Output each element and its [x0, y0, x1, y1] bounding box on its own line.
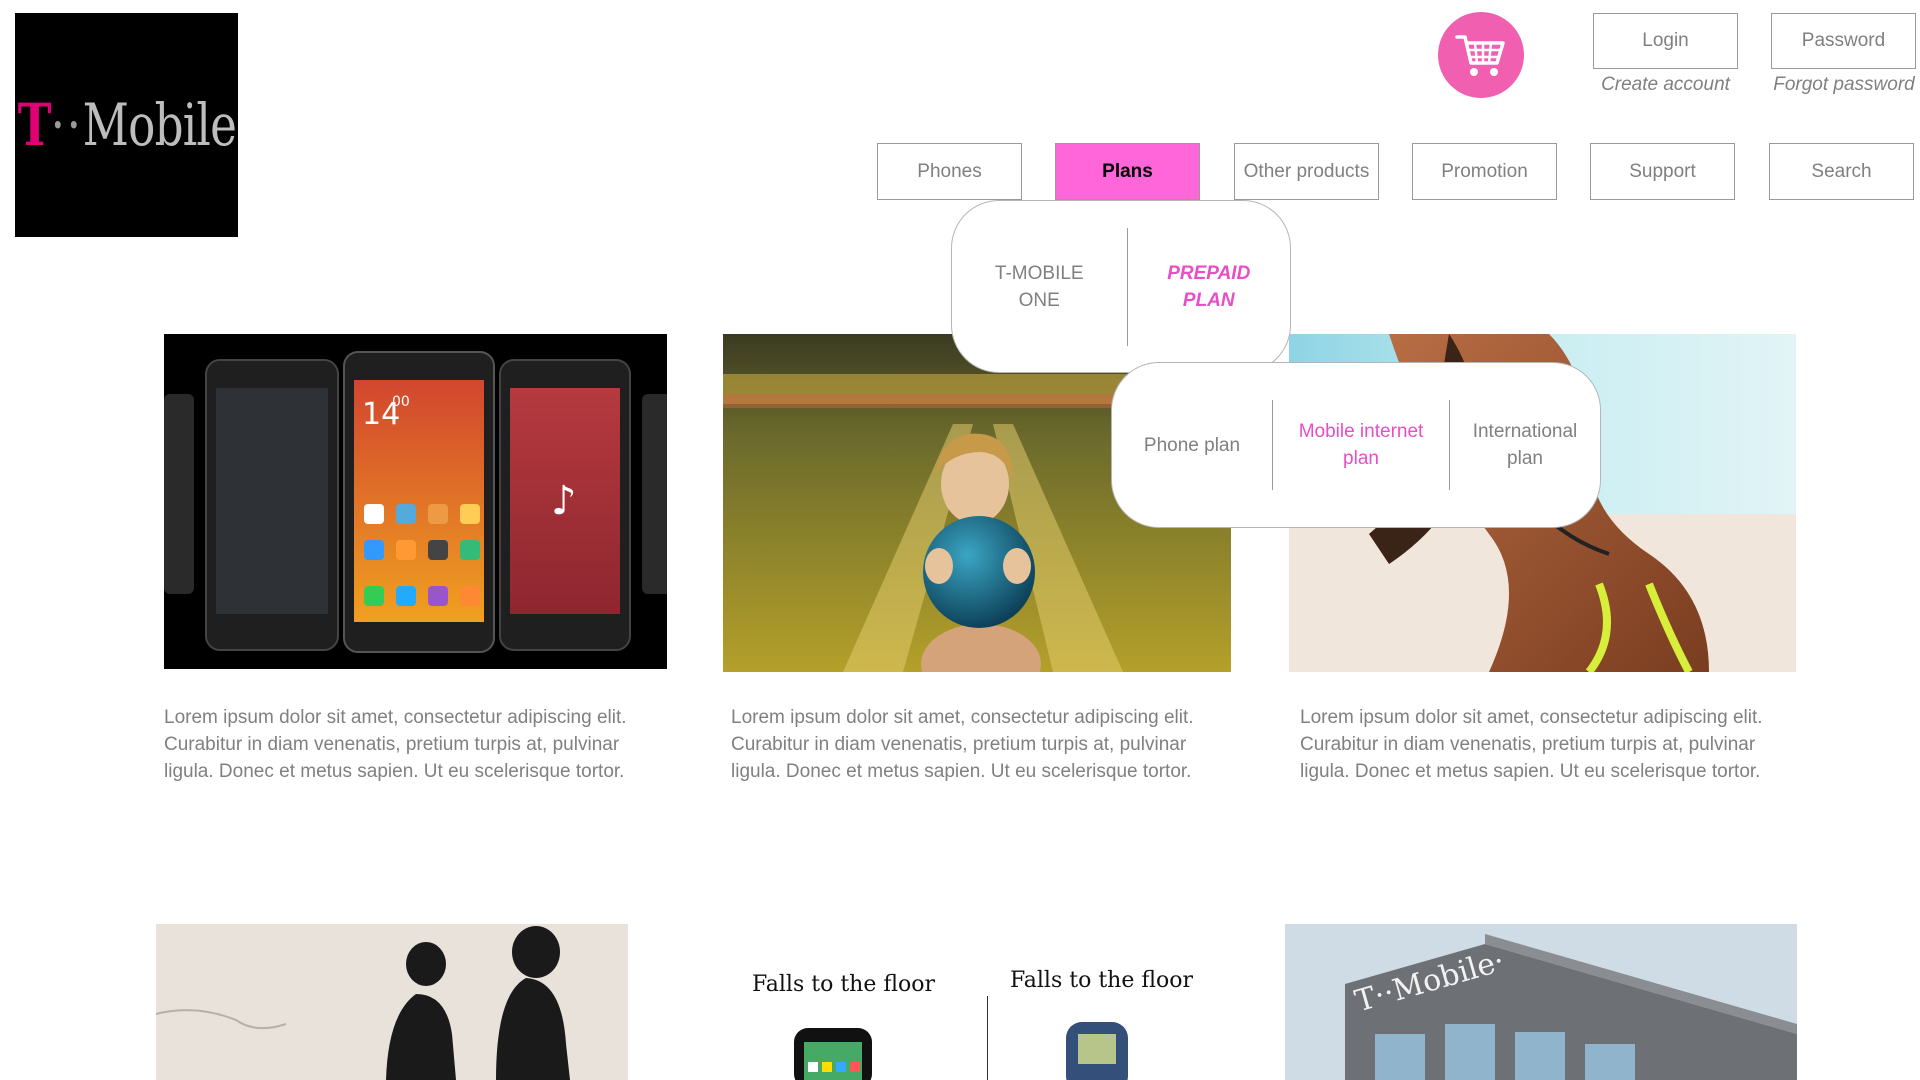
prepaid-submenu: Phone plan Mobile internet plan Internat… [1111, 362, 1601, 528]
nokia-phone-icon [1066, 1022, 1128, 1080]
shopping-cart-icon [1455, 35, 1505, 76]
plans-item-prepaid-plan[interactable]: PREPAID PLAN [1128, 201, 1291, 372]
nav-phones[interactable]: Phones [877, 143, 1022, 200]
card-3-text: Lorem ipsum dolor sit amet, consectetur … [1300, 707, 1763, 782]
forgot-password-link[interactable]: Forgot password [1762, 74, 1920, 96]
phones-image[interactable]: 14 00 ♪ [164, 334, 667, 669]
plans-item-tmobile-one[interactable]: T-MOBILE ONE [952, 201, 1127, 372]
tmobile-logo[interactable]: T··Mobile [15, 13, 238, 237]
nav-support[interactable]: Support [1590, 143, 1735, 200]
svg-text:♪: ♪ [551, 478, 577, 524]
shopping-cart-button[interactable] [1438, 12, 1524, 98]
create-account-link[interactable]: Create account [1593, 74, 1738, 96]
smartphone-icon [794, 1028, 872, 1080]
plans-dropdown: T-MOBILE ONE PREPAID PLAN [951, 200, 1291, 373]
submenu-mobile-internet-plan[interactable]: Mobile internet plan [1273, 363, 1449, 527]
falls-to-floor-image[interactable]: Falls to the floor Falls to the floor [724, 924, 1232, 1080]
password-button[interactable]: Password [1771, 13, 1916, 69]
nav-promotion[interactable]: Promotion [1412, 143, 1557, 200]
nav-other-products[interactable]: Other products [1234, 143, 1379, 200]
card-2-text: Lorem ipsum dolor sit amet, consectetur … [731, 707, 1194, 782]
caption-divider [987, 996, 988, 1080]
card-1-text: Lorem ipsum dolor sit amet, consectetur … [164, 707, 627, 782]
nav-plans[interactable]: Plans [1055, 143, 1200, 200]
falls-right-caption: Falls to the floor [1010, 968, 1194, 993]
silhouettes-image[interactable] [156, 924, 628, 1080]
submenu-phone-plan[interactable]: Phone plan [1112, 363, 1272, 527]
login-button[interactable]: Login [1593, 13, 1738, 69]
svg-text:00: 00 [392, 394, 410, 410]
nav-search[interactable]: Search [1769, 143, 1914, 200]
falls-left-caption: Falls to the floor [752, 972, 936, 997]
tmobile-building-image[interactable]: T··Mobile· [1285, 924, 1797, 1080]
logo-wordmark: T··Mobile [17, 91, 236, 159]
submenu-international-plan[interactable]: International plan [1450, 363, 1600, 527]
